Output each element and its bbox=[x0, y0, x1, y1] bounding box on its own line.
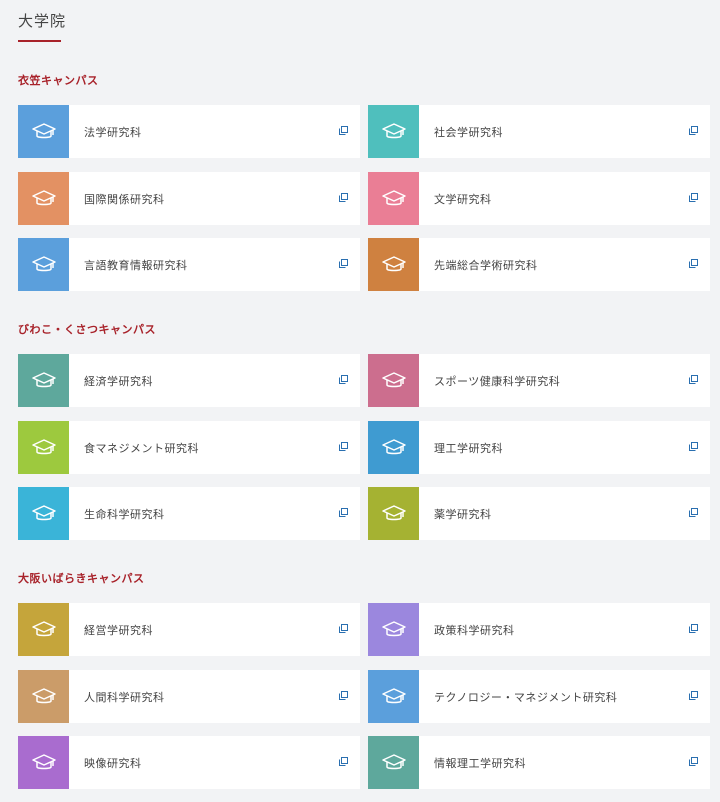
card-label: 法学研究科 bbox=[84, 125, 142, 139]
tile-1-0 bbox=[18, 354, 69, 407]
external-link-icon bbox=[689, 691, 698, 700]
graduation-cap-icon bbox=[31, 620, 56, 636]
card-0-1[interactable]: 社会学研究科 bbox=[368, 105, 710, 158]
external-link-icon bbox=[689, 259, 698, 268]
card-label: 文学研究科 bbox=[434, 192, 492, 206]
card-label: 人間科学研究科 bbox=[84, 690, 165, 704]
card-label: 先端総合学術研究科 bbox=[434, 258, 538, 272]
graduation-cap-icon bbox=[381, 189, 406, 205]
tile-1-5 bbox=[368, 487, 419, 540]
card-label: 社会学研究科 bbox=[434, 125, 503, 139]
card-2-4[interactable]: 映像研究科 bbox=[18, 736, 360, 789]
graduation-cap-icon bbox=[31, 189, 56, 205]
section-heading-biwako-kusatsu: びわこ・くさつキャンパス bbox=[18, 323, 156, 336]
card-2-2[interactable]: 人間科学研究科 bbox=[18, 670, 360, 723]
card-1-0[interactable]: 経済学研究科 bbox=[18, 354, 360, 407]
external-link-icon bbox=[339, 508, 348, 517]
graduation-cap-icon bbox=[381, 255, 406, 271]
external-link-icon bbox=[339, 624, 348, 633]
external-link-icon bbox=[339, 259, 348, 268]
external-link-icon bbox=[339, 193, 348, 202]
page-title: 大学院 bbox=[18, 12, 67, 30]
card-1-3[interactable]: 理工学研究科 bbox=[368, 421, 710, 474]
section-heading-kinugasa: 衣笠キャンパス bbox=[18, 74, 99, 87]
card-label: 生命科学研究科 bbox=[84, 507, 165, 521]
section-heading-osaka-ibaraki: 大阪いばらきキャンパス bbox=[18, 572, 145, 585]
tile-0-1 bbox=[368, 105, 419, 158]
graduation-cap-icon bbox=[381, 438, 406, 454]
card-label: 政策科学研究科 bbox=[434, 623, 515, 637]
external-link-icon bbox=[689, 375, 698, 384]
graduation-cap-icon bbox=[31, 687, 56, 703]
card-1-4[interactable]: 生命科学研究科 bbox=[18, 487, 360, 540]
tile-0-5 bbox=[368, 238, 419, 291]
card-label: 理工学研究科 bbox=[434, 441, 503, 455]
card-label: 薬学研究科 bbox=[434, 507, 492, 521]
external-link-icon bbox=[689, 757, 698, 766]
tile-1-1 bbox=[368, 354, 419, 407]
card-label: 情報理工学研究科 bbox=[434, 756, 526, 770]
graduation-cap-icon bbox=[31, 753, 56, 769]
card-label: 国際関係研究科 bbox=[84, 192, 165, 206]
tile-1-2 bbox=[18, 421, 69, 474]
card-0-2[interactable]: 国際関係研究科 bbox=[18, 172, 360, 225]
card-1-5[interactable]: 薬学研究科 bbox=[368, 487, 710, 540]
graduation-cap-icon bbox=[381, 753, 406, 769]
graduation-cap-icon bbox=[381, 371, 406, 387]
graduation-cap-icon bbox=[31, 504, 56, 520]
external-link-icon bbox=[689, 193, 698, 202]
external-link-icon bbox=[339, 442, 348, 451]
card-label: 経済学研究科 bbox=[84, 374, 153, 388]
card-label: 言語教育情報研究科 bbox=[84, 258, 188, 272]
card-0-0[interactable]: 法学研究科 bbox=[18, 105, 360, 158]
tile-2-0 bbox=[18, 603, 69, 656]
graduation-cap-icon bbox=[381, 687, 406, 703]
card-label: 食マネジメント研究科 bbox=[84, 441, 199, 455]
tile-0-4 bbox=[18, 238, 69, 291]
external-link-icon bbox=[339, 757, 348, 766]
graduation-cap-icon bbox=[31, 122, 56, 138]
external-link-icon bbox=[339, 375, 348, 384]
external-link-icon bbox=[339, 691, 348, 700]
tile-2-4 bbox=[18, 736, 69, 789]
tile-1-3 bbox=[368, 421, 419, 474]
tile-2-3 bbox=[368, 670, 419, 723]
card-2-3[interactable]: テクノロジー・マネジメント研究科 bbox=[368, 670, 710, 723]
graduation-cap-icon bbox=[381, 620, 406, 636]
card-0-5[interactable]: 先端総合学術研究科 bbox=[368, 238, 710, 291]
tile-2-5 bbox=[368, 736, 419, 789]
card-label: テクノロジー・マネジメント研究科 bbox=[434, 690, 618, 704]
card-0-3[interactable]: 文学研究科 bbox=[368, 172, 710, 225]
card-label: 経営学研究科 bbox=[84, 623, 153, 637]
card-1-1[interactable]: スポーツ健康科学研究科 bbox=[368, 354, 710, 407]
external-link-icon bbox=[689, 126, 698, 135]
external-link-icon bbox=[689, 508, 698, 517]
tile-0-2 bbox=[18, 172, 69, 225]
card-2-5[interactable]: 情報理工学研究科 bbox=[368, 736, 710, 789]
graduation-cap-icon bbox=[31, 438, 56, 454]
graduation-cap-icon bbox=[381, 504, 406, 520]
graduation-cap-icon bbox=[31, 371, 56, 387]
card-2-1[interactable]: 政策科学研究科 bbox=[368, 603, 710, 656]
external-link-icon bbox=[689, 442, 698, 451]
tile-0-3 bbox=[368, 172, 419, 225]
tile-0-0 bbox=[18, 105, 69, 158]
card-2-0[interactable]: 経営学研究科 bbox=[18, 603, 360, 656]
card-label: 映像研究科 bbox=[84, 756, 142, 770]
external-link-icon bbox=[339, 126, 348, 135]
graduation-cap-icon bbox=[381, 122, 406, 138]
title-underline bbox=[18, 40, 61, 42]
card-1-2[interactable]: 食マネジメント研究科 bbox=[18, 421, 360, 474]
tile-2-2 bbox=[18, 670, 69, 723]
card-0-4[interactable]: 言語教育情報研究科 bbox=[18, 238, 360, 291]
external-link-icon bbox=[689, 624, 698, 633]
tile-2-1 bbox=[368, 603, 419, 656]
card-label: スポーツ健康科学研究科 bbox=[434, 374, 561, 388]
graduation-cap-icon bbox=[31, 255, 56, 271]
tile-1-4 bbox=[18, 487, 69, 540]
